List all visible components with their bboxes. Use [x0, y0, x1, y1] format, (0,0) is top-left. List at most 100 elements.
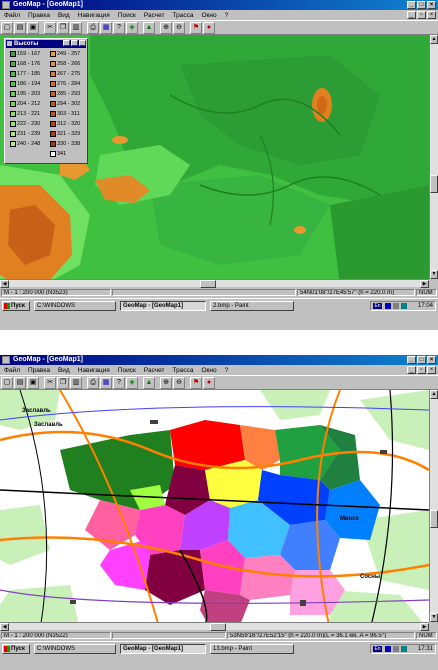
new-icon[interactable]: ▢ — [1, 21, 13, 34]
taskbar-item-geomap[interactable]: GeoMap - [GeoMap1] — [120, 644, 206, 654]
scroll-thumb[interactable] — [430, 175, 438, 193]
minimize-button[interactable]: _ — [407, 356, 416, 364]
taskbar-item-windows[interactable]: C:\WINDOWS — [34, 301, 116, 311]
terrain-icon[interactable]: ▲ — [143, 376, 155, 389]
close-button[interactable]: × — [427, 356, 436, 364]
horizontal-scrollbar[interactable]: ◀ ▶ — [0, 279, 429, 288]
start-button[interactable]: Пуск — [2, 301, 30, 311]
menu-file[interactable]: Файл — [0, 12, 24, 19]
save-icon[interactable]: ▣ — [27, 21, 39, 34]
terrain-icon[interactable]: ▲ — [143, 21, 155, 34]
menu-window[interactable]: Окно — [198, 12, 221, 19]
heights-legend-panel[interactable]: Высоты 159 - 167 168 - 176 177 - 185 186 - … — [4, 38, 88, 164]
scroll-thumb[interactable] — [210, 623, 226, 631]
mdi-close-button[interactable]: × — [427, 11, 436, 19]
monitor-icon[interactable] — [385, 646, 391, 652]
legend-row: 267 - 275 — [47, 70, 85, 79]
menu-navigation[interactable]: Навигация — [74, 367, 114, 374]
speaker-icon[interactable] — [393, 646, 399, 652]
scroll-up-icon[interactable]: ▲ — [430, 390, 438, 399]
monitor-icon[interactable] — [385, 303, 391, 309]
map-icon[interactable]: ◈ — [126, 376, 138, 389]
menu-search[interactable]: Поиск — [114, 367, 140, 374]
language-indicator[interactable]: En — [373, 303, 382, 309]
menu-route[interactable]: Трасса — [169, 12, 198, 19]
scroll-thumb[interactable] — [200, 280, 216, 288]
menu-help[interactable]: ? — [221, 367, 233, 374]
menu-edit[interactable]: Правка — [24, 367, 54, 374]
maximize-button[interactable]: □ — [417, 1, 426, 9]
map-icon[interactable]: ◈ — [126, 21, 138, 34]
taskbar-item-geomap[interactable]: GeoMap - [GeoMap1] — [120, 301, 206, 311]
scroll-right-icon[interactable]: ▶ — [420, 280, 429, 288]
maximize-button[interactable]: □ — [417, 356, 426, 364]
open-icon[interactable]: ▤ — [14, 21, 26, 34]
open-icon[interactable]: ▤ — [14, 376, 26, 389]
menu-window[interactable]: Окно — [198, 367, 221, 374]
layers-icon[interactable]: ▦ — [100, 21, 112, 34]
scroll-left-icon[interactable]: ◀ — [0, 280, 9, 288]
menu-route[interactable]: Трасса — [169, 367, 198, 374]
scroll-right-icon[interactable]: ▶ — [420, 623, 429, 631]
mdi-restore-button[interactable]: ▫ — [417, 11, 426, 19]
mdi-minimize-button[interactable]: _ — [407, 366, 416, 374]
menu-navigation[interactable]: Навигация — [74, 12, 114, 19]
speaker-icon[interactable] — [393, 303, 399, 309]
zoom-in-icon[interactable]: ⊕ — [160, 376, 172, 389]
legend-minimize-button[interactable] — [63, 40, 70, 46]
layers-icon[interactable]: ▦ — [100, 376, 112, 389]
stop-icon[interactable]: ● — [203, 21, 215, 34]
taskbar-item-paint[interactable]: 2.bmp - Paint — [210, 301, 294, 311]
cut-icon[interactable]: ✂ — [44, 376, 56, 389]
scroll-left-icon[interactable]: ◀ — [0, 623, 9, 631]
vertical-scrollbar[interactable]: ▲ ▼ — [429, 390, 438, 622]
close-button[interactable]: × — [427, 1, 436, 9]
menu-calculation[interactable]: Расчет — [140, 367, 169, 374]
copy-icon[interactable]: ❐ — [57, 21, 69, 34]
mdi-restore-button[interactable]: ▫ — [417, 366, 426, 374]
route-icon[interactable]: ⚑ — [190, 376, 202, 389]
help-icon[interactable]: ? — [113, 21, 125, 34]
copy-icon[interactable]: ❐ — [57, 376, 69, 389]
route-icon[interactable]: ⚑ — [190, 21, 202, 34]
tray-app-icon[interactable] — [401, 303, 407, 309]
mdi-minimize-button[interactable]: _ — [407, 11, 416, 19]
cut-icon[interactable]: ✂ — [44, 21, 56, 34]
zone-red[interactable] — [170, 420, 245, 470]
scroll-thumb[interactable] — [430, 510, 438, 528]
stop-icon[interactable]: ● — [203, 376, 215, 389]
print-icon[interactable]: ⎙ — [87, 21, 99, 34]
zoom-out-icon[interactable]: ⊖ — [173, 21, 185, 34]
scroll-up-icon[interactable]: ▲ — [430, 35, 438, 44]
menu-file[interactable]: Файл — [0, 367, 24, 374]
zone-light-pink[interactable] — [240, 555, 295, 600]
paste-icon[interactable]: ▥ — [70, 21, 82, 34]
mdi-close-button[interactable]: × — [427, 366, 436, 374]
zones-map-view[interactable]: Заславль Заславль Минск Сосны — [0, 390, 429, 630]
print-icon[interactable]: ⎙ — [87, 376, 99, 389]
help-icon[interactable]: ? — [113, 376, 125, 389]
menu-search[interactable]: Поиск — [114, 12, 140, 19]
new-icon[interactable]: ▢ — [1, 376, 13, 389]
paste-icon[interactable]: ▥ — [70, 376, 82, 389]
save-icon[interactable]: ▣ — [27, 376, 39, 389]
vertical-scrollbar[interactable]: ▲ ▼ — [429, 35, 438, 279]
start-button[interactable]: Пуск — [2, 644, 30, 654]
tray-app-icon[interactable] — [401, 646, 407, 652]
taskbar-item-windows[interactable]: C:\WINDOWS — [34, 644, 116, 654]
menu-edit[interactable]: Правка — [24, 12, 54, 19]
zoom-in-icon[interactable]: ⊕ — [160, 21, 172, 34]
legend-close-button[interactable] — [79, 40, 86, 46]
menu-help[interactable]: ? — [221, 12, 233, 19]
zoom-out-icon[interactable]: ⊖ — [173, 376, 185, 389]
legend-maximize-button[interactable] — [71, 40, 78, 46]
menu-view[interactable]: Вид — [54, 367, 74, 374]
minimize-button[interactable]: _ — [407, 1, 416, 9]
horizontal-scrollbar[interactable]: ◀ ▶ — [0, 622, 429, 631]
scroll-down-icon[interactable]: ▼ — [430, 613, 438, 622]
language-indicator[interactable]: En — [373, 646, 382, 652]
scroll-down-icon[interactable]: ▼ — [430, 270, 438, 279]
menu-calculation[interactable]: Расчет — [140, 12, 169, 19]
taskbar-item-paint[interactable]: 13.bmp - Paint — [210, 644, 294, 654]
menu-view[interactable]: Вид — [54, 12, 74, 19]
